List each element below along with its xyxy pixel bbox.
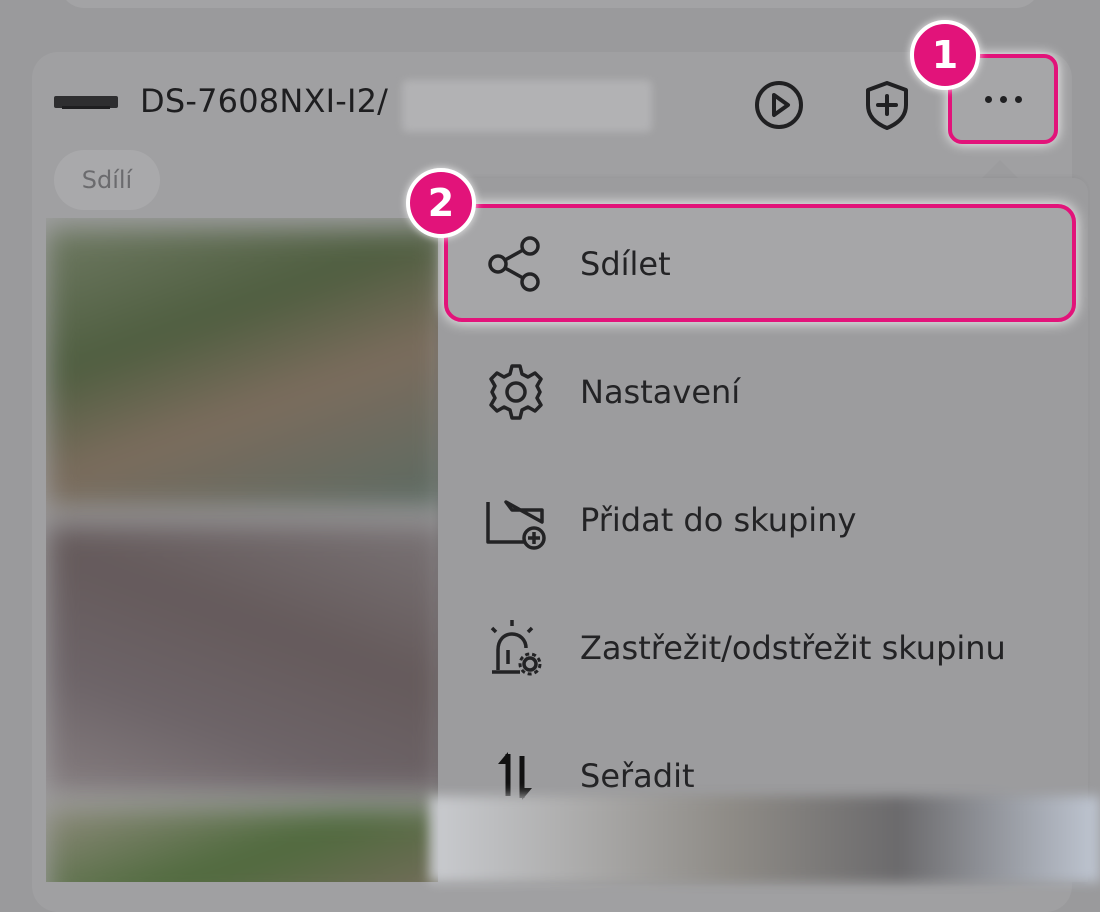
menu-item-label: Seřadit (580, 757, 695, 795)
menu-item-label: Sdílet (580, 245, 671, 283)
shield-plus-icon (866, 81, 908, 130)
gear-icon (489, 364, 543, 420)
nvr-device-icon (54, 96, 118, 109)
menu-item-label: Přidat do skupiny (580, 501, 857, 539)
share-icon (488, 236, 540, 292)
menu-item-add-to-group[interactable]: Přidat do skupiny (438, 460, 1088, 580)
top-bar-remnant (60, 0, 1040, 8)
step-badge-2: 2 (406, 168, 476, 238)
security-button[interactable] (860, 78, 914, 132)
camera-thumbnail[interactable] (46, 523, 446, 793)
folder-add-icon (486, 500, 546, 550)
camera-thumbnail[interactable] (46, 808, 446, 882)
step-badge-1: 1 (910, 20, 980, 90)
camera-thumbnails (46, 218, 446, 882)
shared-chip: Sdílí (54, 150, 160, 210)
menu-item-share[interactable]: Sdílet (438, 204, 1088, 324)
menu-item-arm-disarm[interactable]: Zastřežit/odstřežit skupinu (438, 588, 1088, 708)
play-button[interactable] (752, 78, 806, 132)
blurred-camera-preview (430, 796, 1100, 882)
play-circle-icon (755, 81, 803, 129)
device-title: DS-7608NXI-I2/ (140, 82, 389, 120)
serial-number-redacted (402, 80, 652, 132)
menu-item-settings[interactable]: Nastavení (438, 332, 1088, 452)
menu-item-label: Zastřežit/odstřežit skupinu (580, 629, 1006, 667)
more-horizontal-icon (984, 95, 1022, 103)
menu-item-label: Nastavení (580, 373, 741, 411)
alarm-settings-icon (490, 620, 542, 676)
camera-thumbnail[interactable] (46, 228, 446, 508)
menu-caret (980, 160, 1020, 180)
